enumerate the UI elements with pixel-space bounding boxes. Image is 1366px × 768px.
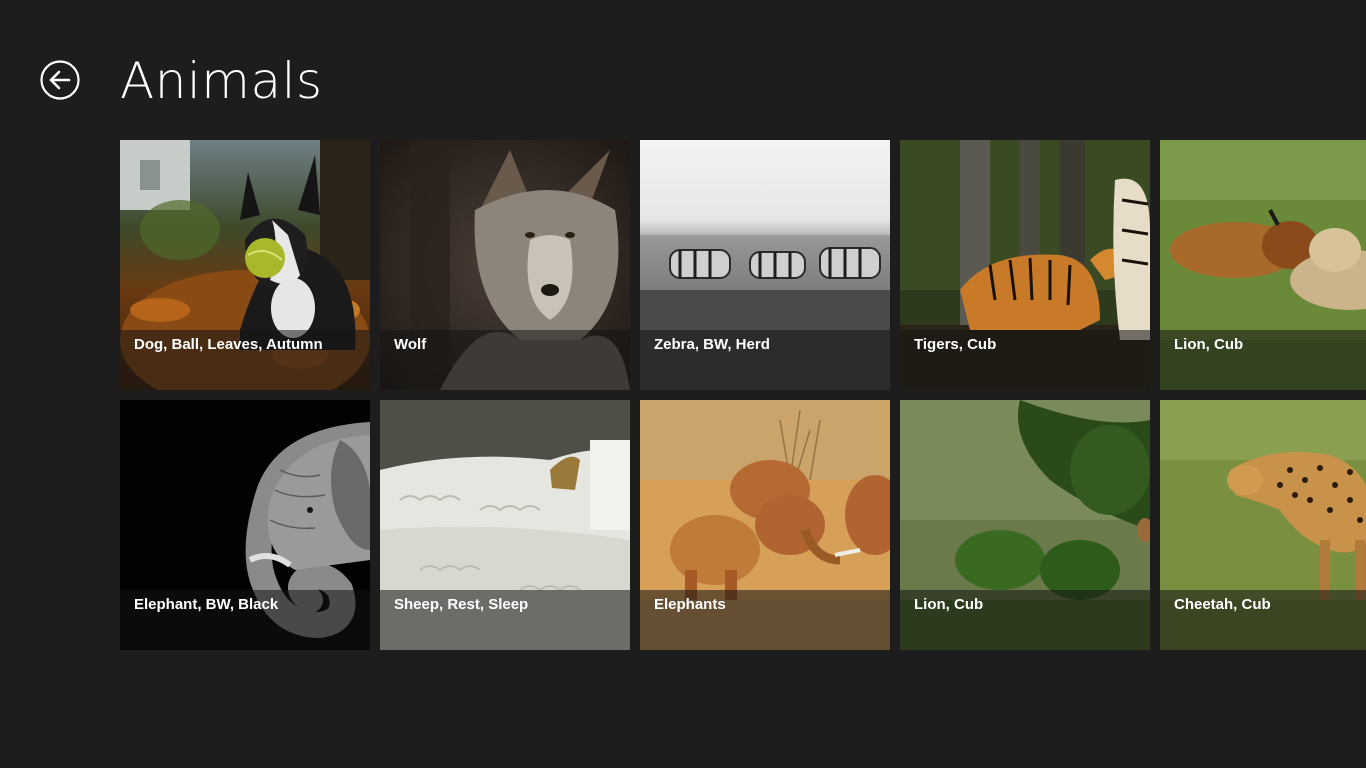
photo-grid: Dog, Ball, Leaves, Autumn Wolf Zebra, BW…: [120, 140, 1366, 650]
photo-tile-elephants[interactable]: Elephants: [640, 400, 890, 650]
tile-caption: Sheep, Rest, Sleep: [394, 596, 529, 613]
photo-tile-tigers[interactable]: Tigers, Cub: [900, 140, 1150, 390]
photo-tile-zebra[interactable]: Zebra, BW, Herd: [640, 140, 890, 390]
photo-tile-lion-bush[interactable]: Lion, Cub: [900, 400, 1150, 650]
tile-caption: Wolf: [394, 336, 427, 353]
tile-caption: Elephant, BW, Black: [134, 596, 279, 613]
tile-caption: Lion, Cub: [914, 596, 984, 613]
photo-tile-dog[interactable]: Dog, Ball, Leaves, Autumn: [120, 140, 370, 390]
photo-tile-lion[interactable]: Lion, Cub: [1160, 140, 1366, 390]
back-arrow-icon: [40, 60, 80, 100]
back-button[interactable]: [40, 60, 80, 100]
photo-tile-wolf[interactable]: Wolf: [380, 140, 630, 390]
page-title: Animals: [120, 52, 323, 110]
photo-tile-sheep[interactable]: Sheep, Rest, Sleep: [380, 400, 630, 650]
app-page: Animals Dog, Ball, Leaves, Autumn Wolf Z…: [0, 0, 1366, 768]
photo-tile-elephant-bw[interactable]: Elephant, BW, Black: [120, 400, 370, 650]
tile-caption: Dog, Ball, Leaves, Autumn: [134, 336, 323, 353]
tile-caption: Zebra, BW, Herd: [654, 336, 770, 353]
tile-caption: Tigers, Cub: [914, 336, 997, 353]
tile-caption: Elephants: [654, 596, 726, 613]
tile-caption: Cheetah, Cub: [1174, 596, 1271, 613]
tile-caption: Lion, Cub: [1174, 336, 1244, 353]
photo-tile-cheetah[interactable]: Cheetah, Cub: [1160, 400, 1366, 650]
